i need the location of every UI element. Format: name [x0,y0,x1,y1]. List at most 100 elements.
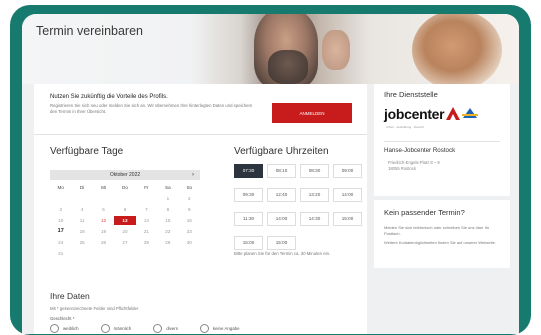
required-hint: Mit * gekennzeichnete Felder sind Pflich… [50,306,139,311]
time-slot[interactable]: 09:30 [234,188,263,202]
time-slot[interactable]: 09:00 [333,164,362,178]
office-panel: Ihre Dienststelle jobcenter Arbeit · Aus… [374,84,510,196]
calendar-day[interactable]: 31 [50,249,71,258]
time-slot[interactable]: 08:10 [267,164,296,178]
time-slot[interactable]: 08:30 [300,164,329,178]
calendar-day[interactable]: 28 [136,238,157,247]
gender-option[interactable]: divers [153,324,178,333]
calendar-day[interactable]: 22 [157,227,178,236]
office-title: Ihre Dienststelle [384,90,438,99]
no-match-line-2[interactable]: Weitere Kontaktmöglichkeiten finden Sie … [384,240,504,246]
calendar-day[interactable]: 6 [114,205,135,214]
available-days-title: Verfügbare Tage [50,146,124,157]
calendar-empty [50,194,71,203]
weekday-header: Fr [144,185,149,190]
calendar-day[interactable]: 10 [50,216,71,225]
hero-banner: Termin vereinbaren [22,14,519,84]
radio-icon[interactable] [153,324,163,333]
calendar-month: Oktober 2022 [109,172,141,178]
calendar-day[interactable]: 21 [136,227,157,236]
gender-option[interactable]: männlich [100,324,131,333]
login-button[interactable]: ANMELDEN [272,103,352,123]
calendar-day[interactable]: 20 [114,227,135,236]
next-month-icon[interactable]: › [192,170,194,180]
time-slot[interactable]: 14:00 [333,188,362,202]
office-name: Hanse-Jobcenter Rostock [384,147,456,154]
calendar-empty [71,249,92,258]
calendar-day[interactable]: 25 [71,238,92,247]
calendar-day[interactable]: 12 [93,216,114,225]
calendar-day[interactable]: 5 [93,205,114,214]
calendar-day[interactable]: 9 [179,205,200,214]
calendar: Oktober 2022 › Mo Di Mi Do Fr Sa So 1 2 3 4 5 6 7 8 9 10… [50,170,200,258]
time-slot[interactable]: 15:00 [234,236,263,250]
calendar-empty [179,249,200,258]
time-slot[interactable]: 07:30 [234,164,263,178]
gender-option[interactable]: weiblich [50,324,79,333]
calendar-day[interactable]: 3 [50,205,71,214]
time-slot[interactable]: 13:20 [300,188,329,202]
promo-title: Nutzen Sie zukünftig die Vorteile des Pr… [50,94,168,100]
calendar-empty [157,249,178,258]
calendar-day[interactable]: 11 [71,216,92,225]
calendar-day[interactable]: 15 [157,216,178,225]
divider [384,141,500,142]
hero-photo-woman [412,14,502,84]
weekday-header: So [186,185,193,190]
gender-radio-group: weiblich männlich divers keine Angabe [50,324,240,333]
calendar-day[interactable]: 13 [114,216,136,225]
promo-text: Registrieren Sie sich neu oder melden Si… [50,103,253,114]
hero-photo-hand [322,30,350,70]
jobcenter-logo: jobcenter [384,106,479,122]
calendar-day[interactable]: 19 [93,227,114,236]
weekday-header: Di [79,185,85,190]
calendar-day[interactable]: 7 [136,205,157,214]
radio-label: weiblich [63,326,79,331]
office-address: Friedrich-Engels-Platz 8 – 9 18055 Rosto… [388,160,440,172]
personal-data-title: Ihre Daten [50,291,90,301]
radio-icon[interactable] [199,324,209,333]
calendar-empty [136,249,157,258]
calendar-empty [93,249,114,258]
calendar-day[interactable]: 27 [114,238,135,247]
calendar-empty [136,194,157,203]
calendar-day[interactable]: 29 [157,238,178,247]
time-slot[interactable]: 14:30 [300,212,329,226]
page-title: Termin vereinbaren [36,24,143,38]
calendar-day[interactable]: 4 [71,205,92,214]
calendar-grid: Mo Di Mi Do Fr Sa So 1 2 3 4 5 6 7 8 9 10 11 12 13 14 15 16 17 1… [50,183,200,258]
weekday-header: Sa [165,185,171,190]
time-slot[interactable]: 15:00 [333,212,362,226]
gender-option[interactable]: keine Angabe [199,324,240,333]
calendar-day[interactable]: 23 [179,227,200,236]
time-slot[interactable]: 15:00 [267,236,296,250]
calendar-empty [114,194,135,203]
calendar-day[interactable]: 30 [179,238,200,247]
divider [34,134,367,135]
time-note: Bitte planen Sie für den Termin ca. 30 M… [234,251,331,256]
appointment-panel: Nutzen Sie zukünftig die Vorteile des Pr… [34,84,367,334]
hero-photo-beard [268,50,308,84]
weekday-header: Mo [57,185,64,190]
calendar-day[interactable]: 26 [93,238,114,247]
time-slot[interactable]: 14:00 [267,212,296,226]
weekday-header: Mi [101,185,106,190]
calendar-empty [114,249,135,258]
no-match-title: Kein passender Termin? [384,208,465,217]
calendar-day[interactable]: 8 [157,205,178,214]
weekday-header: Do [122,185,128,190]
calendar-day[interactable]: 1 [157,194,178,203]
calendar-day[interactable]: 17 [50,227,71,236]
calendar-day[interactable]: 24 [50,238,71,247]
app-screen: Termin vereinbaren Nutzen Sie zukünftig … [22,14,519,334]
radio-icon[interactable] [100,324,110,333]
time-slot[interactable]: 12:40 [267,188,296,202]
radio-icon[interactable] [50,324,59,333]
calendar-empty [93,194,114,203]
time-slot[interactable]: 11:30 [234,212,263,226]
available-times-title: Verfügbare Uhrzeiten [234,146,329,157]
calendar-day[interactable]: 16 [179,216,200,225]
calendar-day[interactable]: 14 [136,216,157,225]
calendar-day[interactable]: 2 [179,194,200,203]
calendar-day[interactable]: 18 [71,227,92,236]
